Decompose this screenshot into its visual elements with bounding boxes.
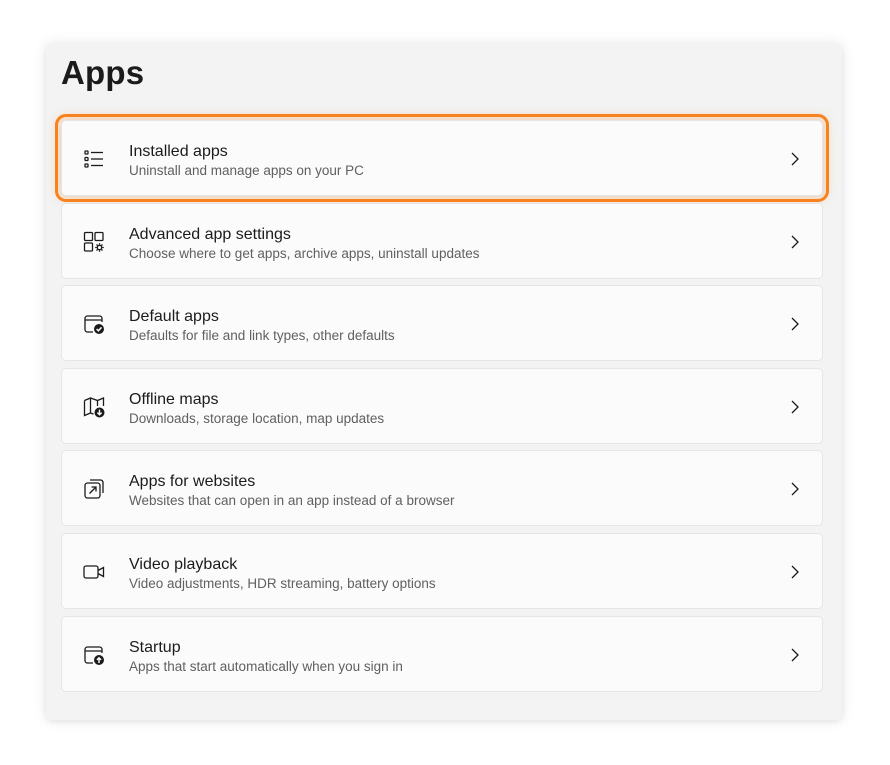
- map-download-icon: [82, 395, 106, 419]
- chevron-right-icon: [788, 316, 802, 332]
- item-description: Uninstall and manage apps on your PC: [129, 163, 364, 178]
- item-description: Video adjustments, HDR streaming, batter…: [129, 575, 436, 591]
- item-description: Downloads, storage location, map updates: [129, 410, 385, 426]
- chevron-right-icon: [788, 564, 802, 580]
- item-title: Offline maps: [129, 390, 219, 408]
- default-apps-icon: [82, 312, 106, 336]
- video-camera-icon: [82, 560, 106, 584]
- advanced-app-settings-item[interactable]: Advanced app settings Choose where to ge…: [61, 202, 823, 279]
- startup-icon: [82, 643, 106, 667]
- open-external-icon: [82, 477, 106, 501]
- installed-apps-item[interactable]: Installed apps Uninstall and manage apps…: [55, 114, 829, 202]
- item-title: Installed apps: [129, 143, 228, 160]
- app-settings-icon: [82, 230, 106, 254]
- default-apps-item[interactable]: Default apps Defaults for file and link …: [61, 285, 823, 362]
- offline-maps-item[interactable]: Offline maps Downloads, storage location…: [61, 367, 823, 444]
- chevron-right-icon: [788, 647, 802, 663]
- video-playback-item[interactable]: Video playback Video adjustments, HDR st…: [61, 532, 823, 609]
- settings-list: Installed apps Uninstall and manage apps…: [55, 114, 829, 698]
- item-title: Video playback: [129, 555, 238, 573]
- item-description: Defaults for file and link types, other …: [129, 328, 395, 344]
- list-icon: [82, 147, 106, 171]
- item-title: Startup: [129, 638, 181, 656]
- item-title: Advanced app settings: [129, 225, 291, 243]
- item-title: Apps for websites: [129, 473, 256, 491]
- item-description: Websites that can open in an app instead…: [129, 493, 455, 509]
- settings-panel: Apps Installed apps Uninstall and manage…: [46, 44, 842, 720]
- chevron-right-icon: [788, 399, 802, 415]
- item-description: Apps that start automatically when you s…: [129, 658, 403, 674]
- startup-item[interactable]: Startup Apps that start automatically wh…: [61, 615, 823, 692]
- chevron-right-icon: [788, 151, 802, 167]
- chevron-right-icon: [788, 481, 802, 497]
- page-title: Apps: [61, 54, 145, 91]
- item-title: Default apps: [129, 308, 219, 326]
- chevron-right-icon: [788, 234, 802, 250]
- item-description: Choose where to get apps, archive apps, …: [129, 245, 480, 261]
- apps-for-websites-item[interactable]: Apps for websites Websites that can open…: [61, 450, 823, 527]
